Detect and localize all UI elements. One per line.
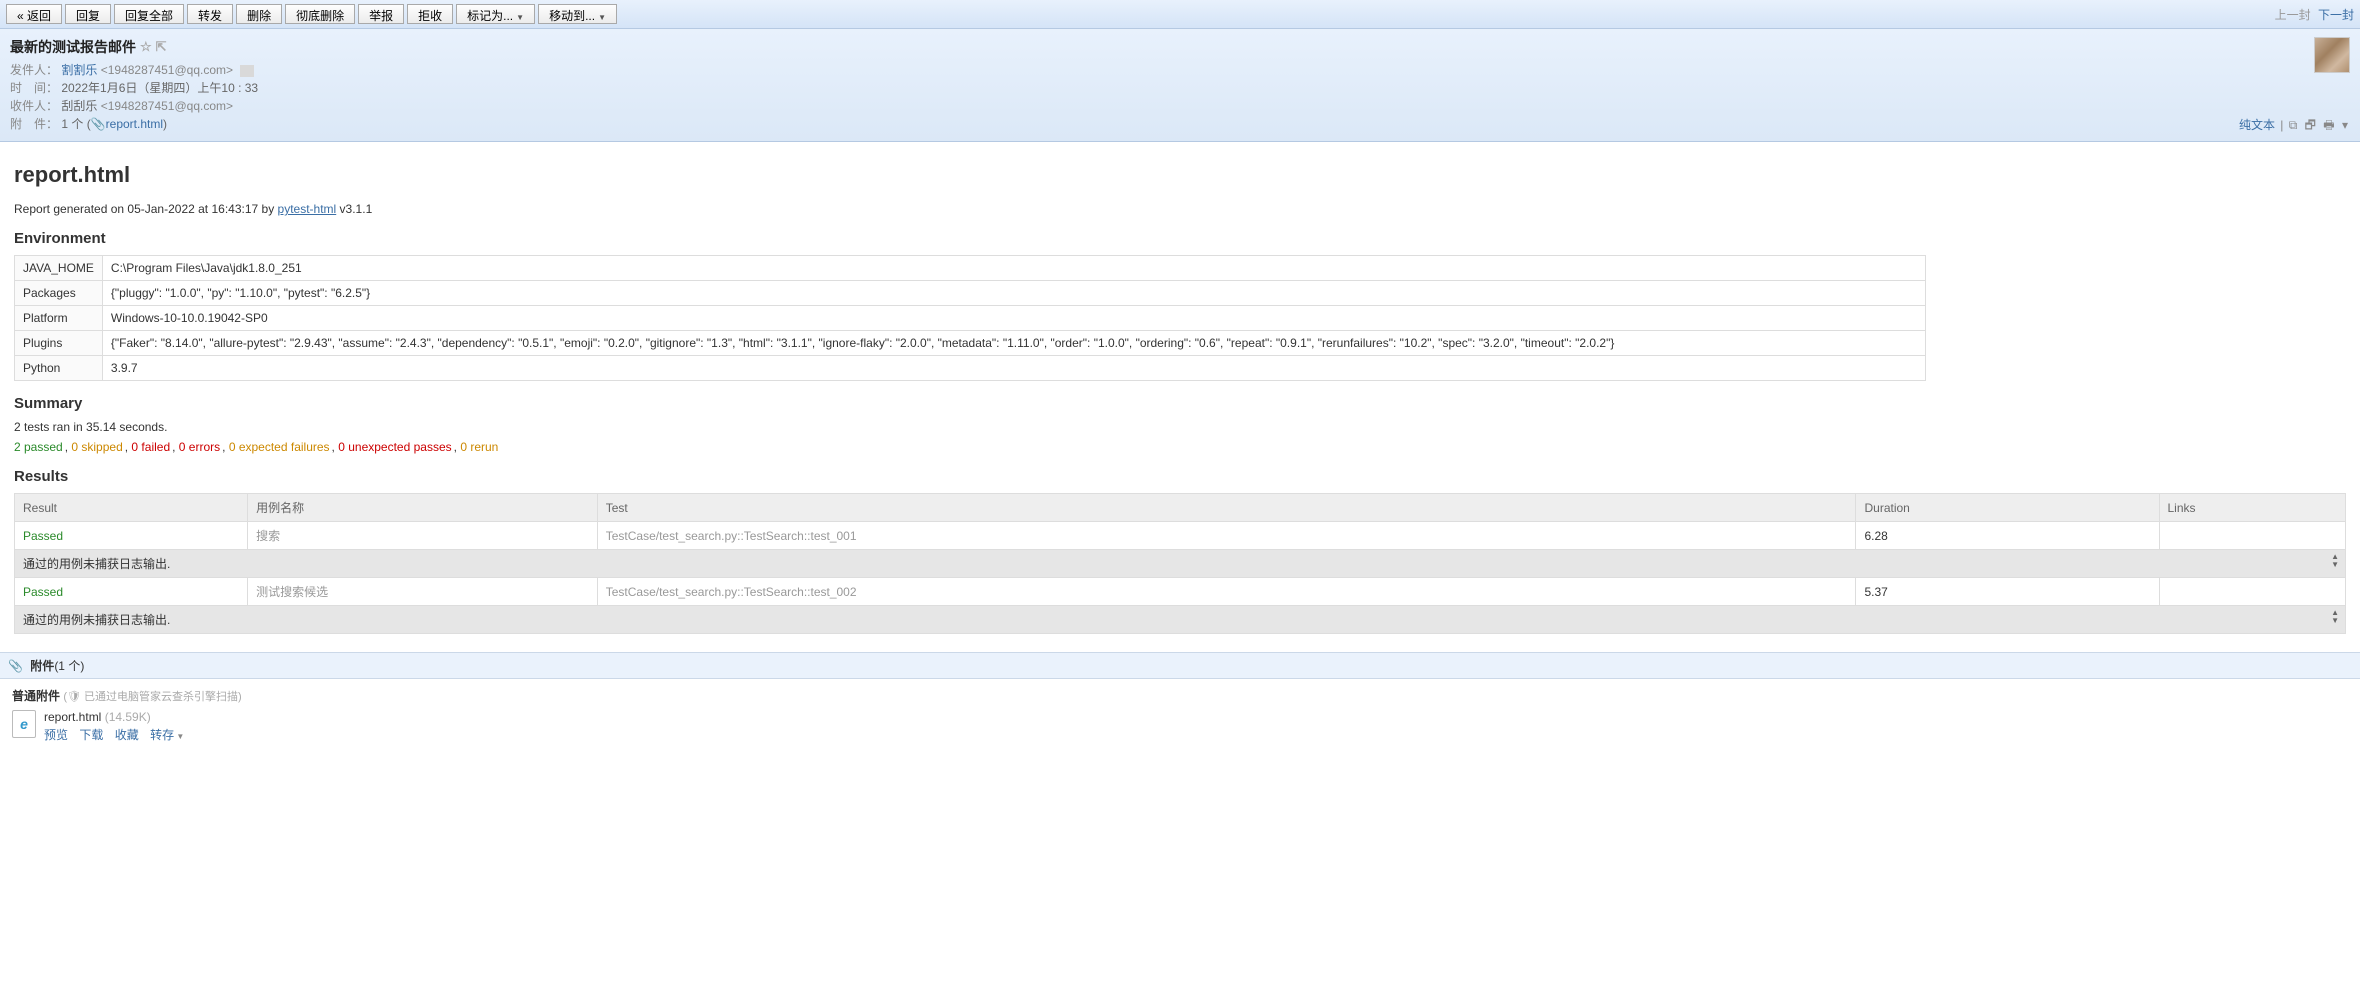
delete-button[interactable]: 删除 bbox=[236, 4, 282, 24]
clip-icon: 📎 bbox=[91, 117, 106, 131]
save-to-link[interactable]: 转存 ▼ bbox=[150, 728, 184, 742]
chevron-down-icon: ▼ bbox=[174, 732, 184, 741]
toolbar: « 返回 回复 回复全部 转发 删除 彻底删除 举报 拒收 标记为...▼ 移动… bbox=[0, 0, 2360, 29]
to-label: 收件人： bbox=[10, 97, 58, 115]
report-body: report.html Report generated on 05-Jan-2… bbox=[0, 142, 2360, 652]
file-icon bbox=[12, 710, 36, 738]
attach-file-name: report.html bbox=[44, 710, 101, 724]
mark-as-button[interactable]: 标记为...▼ bbox=[456, 4, 535, 24]
preview-link[interactable]: 预览 bbox=[44, 728, 68, 742]
reply-button[interactable]: 回复 bbox=[65, 4, 111, 24]
date-label: 时 间： bbox=[10, 79, 58, 97]
table-row: Packages{"pluggy": "1.0.0", "py": "1.10.… bbox=[15, 281, 1926, 306]
table-row: Passed 测试搜索候选 TestCase/test_search.py::T… bbox=[15, 578, 2346, 606]
from-addr: <1948287451@qq.com> bbox=[101, 63, 233, 77]
header-actions: 纯文本 | ⧉ 🗗 🖶 ▾ bbox=[2237, 116, 2350, 137]
log-row: 通过的用例未捕获日志输出.▲▼ bbox=[15, 606, 2346, 634]
favorite-link[interactable]: 收藏 bbox=[115, 728, 139, 742]
report-spam-button[interactable]: 举报 bbox=[358, 4, 404, 24]
subject-text: 最新的测试报告邮件 bbox=[10, 37, 136, 57]
back-button[interactable]: « 返回 bbox=[6, 4, 62, 24]
prev-mail-link[interactable]: 上一封 bbox=[2275, 8, 2311, 22]
avatar[interactable] bbox=[2314, 37, 2350, 73]
attachment-link[interactable]: report.html bbox=[106, 117, 163, 131]
new-window-icon[interactable]: ⧉ bbox=[2289, 118, 2298, 132]
pytest-html-link[interactable]: pytest-html bbox=[278, 202, 337, 216]
results-table: Result 用例名称 Test Duration Links Passed 搜… bbox=[14, 493, 2346, 634]
env-heading: Environment bbox=[14, 230, 2346, 247]
attach-bar-label: 附件 bbox=[30, 659, 54, 673]
table-row: PlatformWindows-10-10.0.19042-SP0 bbox=[15, 306, 1926, 331]
attach-label: 附 件： bbox=[10, 115, 58, 133]
env-table: JAVA_HOMEC:\Program Files\Java\jdk1.8.0_… bbox=[14, 255, 1926, 381]
tag-icon[interactable]: ⇱ bbox=[156, 39, 167, 55]
collapse-toggle[interactable]: ▲▼ bbox=[2331, 553, 2339, 569]
chevron-down-icon: ▼ bbox=[516, 13, 524, 22]
attach-file-size: (14.59K) bbox=[105, 710, 151, 724]
print-icon[interactable]: 🖶 bbox=[2323, 118, 2334, 132]
table-row: Plugins{"Faker": "8.14.0", "allure-pytes… bbox=[15, 331, 1926, 356]
popout-icon[interactable]: 🗗 bbox=[2305, 118, 2316, 132]
table-row: Passed 搜索 TestCase/test_search.py::TestS… bbox=[15, 522, 2346, 550]
move-to-button[interactable]: 移动到...▼ bbox=[538, 4, 617, 24]
plain-text-link[interactable]: 纯文本 bbox=[2239, 118, 2275, 132]
attachment-section: 普通附件 (🛡 已通过电脑管家云查杀引擎扫描) report.html (14.… bbox=[0, 679, 2360, 751]
sender-name[interactable]: 割割乐 bbox=[61, 63, 97, 77]
table-row: Python3.9.7 bbox=[15, 356, 1926, 381]
attach-count: 1 个 ( bbox=[61, 117, 90, 131]
attach-heading: 普通附件 bbox=[12, 689, 60, 703]
scan-hint: (🛡 已通过电脑管家云查杀引擎扫描) bbox=[63, 691, 241, 703]
attachment-item: report.html (14.59K) 预览 下载 收藏 转存 ▼ bbox=[12, 710, 2348, 743]
table-row: JAVA_HOMEC:\Program Files\Java\jdk1.8.0_… bbox=[15, 256, 1926, 281]
report-generated: Report generated on 05-Jan-2022 at 16:43… bbox=[14, 202, 2346, 216]
attachment-bar: 📎 附件(1 个) bbox=[0, 652, 2360, 679]
summary-text: 2 tests ran in 35.14 seconds. bbox=[14, 420, 2346, 434]
col-test[interactable]: Test bbox=[597, 494, 1856, 522]
contact-card-icon[interactable] bbox=[240, 65, 254, 77]
table-header-row: Result 用例名称 Test Duration Links bbox=[15, 494, 2346, 522]
to-addr: <1948287451@qq.com> bbox=[101, 99, 233, 113]
nav-links: 上一封 下一封 bbox=[2271, 6, 2354, 23]
email-header: 最新的测试报告邮件 ☆ ⇱ 发件人： 割割乐 <1948287451@qq.co… bbox=[0, 29, 2360, 142]
collapse-toggle[interactable]: ▲▼ bbox=[2331, 609, 2339, 625]
clip-icon: 📎 bbox=[8, 659, 23, 673]
col-name[interactable]: 用例名称 bbox=[248, 494, 598, 522]
reject-button[interactable]: 拒收 bbox=[407, 4, 453, 24]
star-icon[interactable]: ☆ bbox=[140, 39, 152, 55]
col-duration[interactable]: Duration bbox=[1856, 494, 2159, 522]
from-label: 发件人： bbox=[10, 61, 58, 79]
report-title: report.html bbox=[14, 162, 2346, 188]
col-result[interactable]: Result bbox=[15, 494, 248, 522]
summary-counts: 2 passed, 0 skipped, 0 failed, 0 errors,… bbox=[14, 440, 2346, 454]
col-links[interactable]: Links bbox=[2159, 494, 2346, 522]
summary-heading: Summary bbox=[14, 395, 2346, 412]
attach-bar-count: (1 个) bbox=[54, 659, 84, 673]
attach-close: ) bbox=[163, 117, 167, 131]
to-name: 刮刮乐 bbox=[61, 99, 97, 113]
forward-button[interactable]: 转发 bbox=[187, 4, 233, 24]
results-heading: Results bbox=[14, 468, 2346, 485]
delete-perm-button[interactable]: 彻底删除 bbox=[285, 4, 355, 24]
reply-all-button[interactable]: 回复全部 bbox=[114, 4, 184, 24]
more-icon[interactable]: ▾ bbox=[2342, 118, 2348, 132]
date-value: 2022年1月6日（星期四）上午10 : 33 bbox=[61, 81, 258, 95]
next-mail-link[interactable]: 下一封 bbox=[2318, 8, 2354, 22]
chevron-down-icon: ▼ bbox=[598, 13, 606, 22]
download-link[interactable]: 下载 bbox=[79, 728, 103, 742]
log-row: 通过的用例未捕获日志输出.▲▼ bbox=[15, 550, 2346, 578]
